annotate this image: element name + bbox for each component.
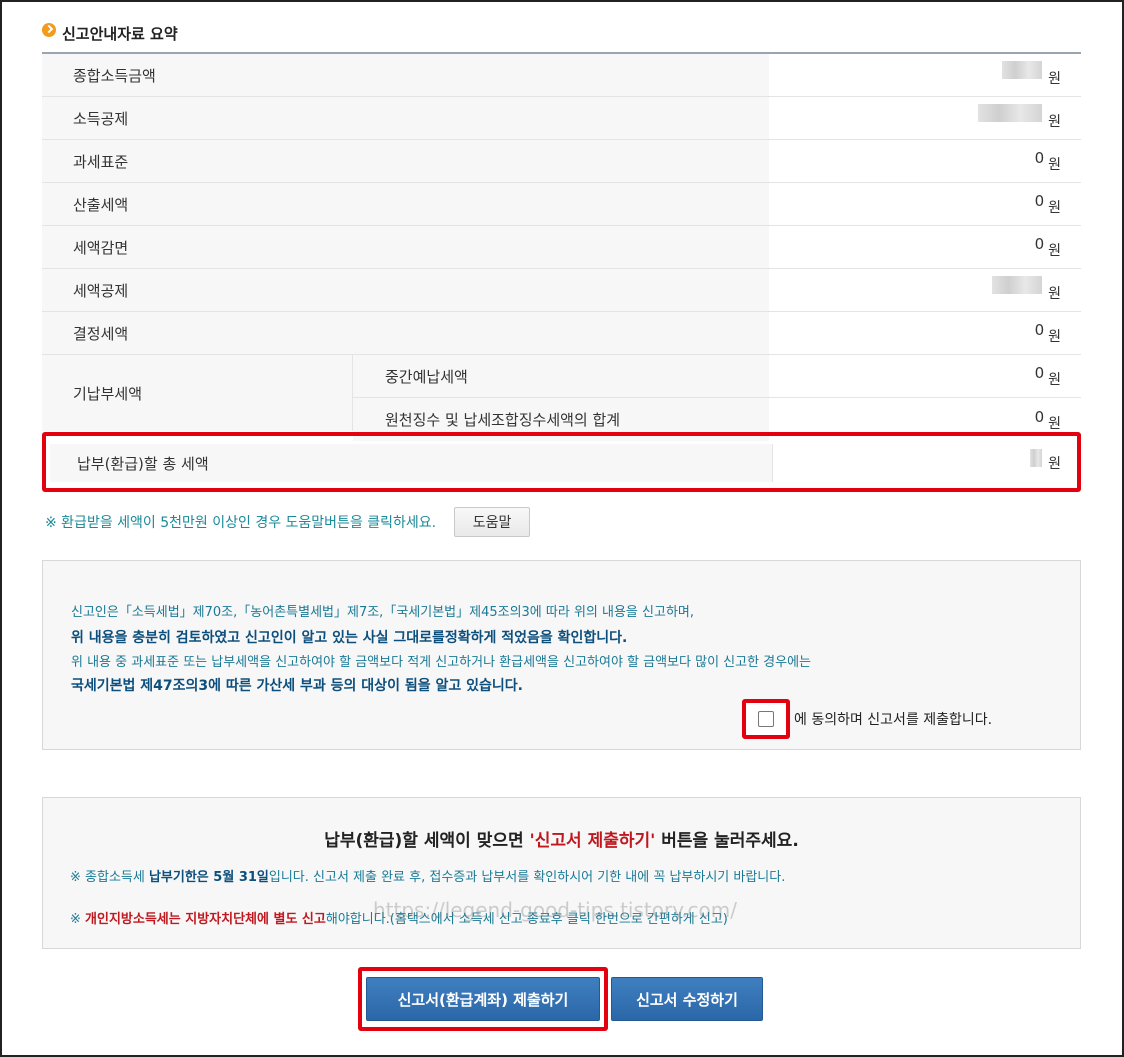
declaration-line: 신고인은「소득세법」제70조,「농어촌특별세법」제7조,「국세기본법」제45조의… xyxy=(71,605,694,620)
row-label: 결정세액 xyxy=(42,312,769,354)
table-row: 과세표준 0원 xyxy=(42,140,1081,183)
row-value: 원 xyxy=(769,269,1081,311)
notice-heading: 납부(환급)할 세액이 맞으면 '신고서 제출하기' 버튼을 눌러주세요. xyxy=(324,831,799,851)
summary-table: 종합소득금액 원 소득공제 원 과세표준 0원 산출세액 0원 세액감면 0원 … xyxy=(42,52,1081,441)
agree-row: 에 동의하며 신고서를 제출합니다. xyxy=(742,699,992,739)
agree-text: 에 동의하며 신고서를 제출합니다. xyxy=(794,712,993,728)
sub-row-label: 중간예납세액 xyxy=(353,355,769,398)
declaration-line: 위 내용을 충분히 검토하였고 신고인이 알고 있는 사실 그대로를정확하게 적… xyxy=(71,630,628,646)
sub-row-value: 0원 xyxy=(769,355,1081,398)
row-label: 세액감면 xyxy=(42,226,769,268)
row-label: 산출세액 xyxy=(42,183,769,225)
table-row-group: 기납부세액 중간예납세액 0원 원천징수 및 납세조합징수세액의 합계 0원 xyxy=(42,355,1081,441)
blurred-value xyxy=(992,276,1043,294)
help-line: ※ 환급받을 세액이 5천만원 이상인 경우 도움말버튼을 클릭하세요. 도움말 xyxy=(45,507,531,537)
row-label: 종합소득금액 xyxy=(42,54,769,96)
submit-return-button[interactable]: 신고서(환급계좌) 제출하기 xyxy=(366,977,600,1021)
edit-return-button[interactable]: 신고서 수정하기 xyxy=(611,977,763,1021)
section-title: 신고안내자료 요약 xyxy=(42,22,178,44)
group-label: 기납부세액 xyxy=(42,355,353,431)
agree-checkbox-highlight xyxy=(742,699,790,739)
row-label: 소득공제 xyxy=(42,97,769,139)
notice-deadline-line: ※ 종합소득세 납부기한은 5월 31일입니다. 신고서 제출 완료 후, 접수… xyxy=(70,870,786,885)
table-row: 종합소득금액 원 xyxy=(42,54,1081,97)
notice-box: 납부(환급)할 세액이 맞으면 '신고서 제출하기' 버튼을 눌러주세요. ※ … xyxy=(42,797,1081,949)
blurred-value xyxy=(978,104,1043,122)
table-row: 결정세액 0원 xyxy=(42,312,1081,355)
declaration-line: 국세기본법 제47조의3에 따른 가산세 부과 등의 대상이 됨을 알고 있습니… xyxy=(71,678,523,694)
total-tax-label: 납부(환급)할 총 세액 xyxy=(50,444,773,482)
total-tax-value: 원 xyxy=(1030,444,1061,482)
row-value: 0원 xyxy=(1034,321,1061,345)
row-value: 원 xyxy=(769,97,1081,139)
blurred-value xyxy=(1002,61,1043,79)
total-tax-row-highlight: 납부(환급)할 총 세액 원 xyxy=(42,432,1081,492)
help-text: ※ 환급받을 세액이 5천만원 이상인 경우 도움말버튼을 클릭하세요. xyxy=(45,515,437,531)
declaration-line: 위 내용 중 과세표준 또는 납부세액을 신고하여야 할 금액보다 적게 신고하… xyxy=(71,655,812,670)
agree-checkbox[interactable] xyxy=(758,711,774,727)
row-value: 원 xyxy=(769,54,1081,96)
help-button[interactable]: 도움말 xyxy=(454,507,531,537)
row-value: 0원 xyxy=(1034,192,1061,216)
table-row: 세액공제 원 xyxy=(42,269,1081,312)
watermark: https://legend-good-tips.tistory.com/ xyxy=(373,898,738,922)
row-value: 0원 xyxy=(1034,149,1061,173)
table-row: 세액감면 0원 xyxy=(42,226,1081,269)
blurred-value xyxy=(1030,449,1043,467)
table-row: 소득공제 원 xyxy=(42,97,1081,140)
row-label: 세액공제 xyxy=(42,269,769,311)
table-row: 산출세액 0원 xyxy=(42,183,1081,226)
chevron-right-icon xyxy=(42,23,56,37)
section-title-text: 신고안내자료 요약 xyxy=(62,24,178,43)
row-label: 과세표준 xyxy=(42,140,769,182)
row-value: 0원 xyxy=(1034,235,1061,259)
declaration-box: 신고인은「소득세법」제70조,「농어촌특별세법」제7조,「국세기본법」제45조의… xyxy=(42,560,1081,750)
